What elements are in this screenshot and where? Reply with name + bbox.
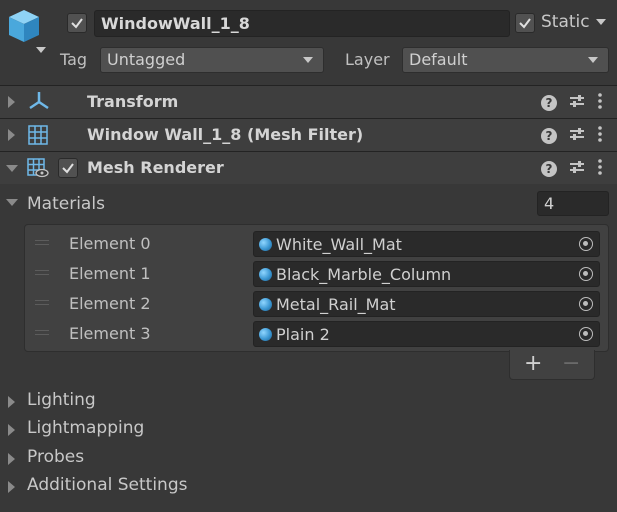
material-object-field[interactable]: Metal_Rail_Mat xyxy=(253,291,600,317)
presets-icon[interactable] xyxy=(569,159,585,179)
materials-label[interactable]: Materials xyxy=(27,194,105,214)
component-header-transform[interactable]: Transform ? xyxy=(0,85,617,118)
gameobject-icon[interactable] xyxy=(6,8,50,54)
component-title: Window Wall_1_8 (Mesh Filter) xyxy=(87,125,364,144)
help-icon[interactable]: ? xyxy=(541,128,557,144)
section-probes[interactable]: Probes xyxy=(0,444,617,472)
object-picker-icon[interactable] xyxy=(579,237,593,251)
section-lightmapping[interactable]: Lightmapping xyxy=(0,415,617,443)
add-element-button[interactable]: + xyxy=(524,351,542,376)
layer-dropdown[interactable]: Default xyxy=(402,47,609,73)
section-lighting[interactable]: Lighting xyxy=(0,387,617,415)
more-options-icon[interactable] xyxy=(597,126,603,146)
transform-icon xyxy=(28,91,50,115)
more-options-icon[interactable] xyxy=(597,159,603,179)
mesh-filter-icon xyxy=(28,125,48,149)
material-sphere-icon xyxy=(259,328,272,341)
object-picker-icon[interactable] xyxy=(579,267,593,281)
material-object-field[interactable]: White_Wall_Mat xyxy=(253,231,600,257)
drag-handle-icon[interactable] xyxy=(35,330,49,338)
tag-dropdown[interactable]: Untagged xyxy=(100,47,324,73)
tag-label: Tag xyxy=(60,50,88,69)
active-checkbox[interactable] xyxy=(67,13,87,33)
fold-arrow-icon[interactable] xyxy=(8,396,15,408)
fold-arrow-icon[interactable] xyxy=(8,453,15,465)
static-dropdown-icon[interactable] xyxy=(596,19,606,25)
layer-label: Layer xyxy=(345,50,390,69)
mesh-renderer-icon xyxy=(27,158,49,182)
fold-arrow-icon[interactable] xyxy=(8,96,15,108)
list-item[interactable]: Element 0 White_Wall_Mat xyxy=(25,228,608,258)
presets-icon[interactable] xyxy=(569,93,585,113)
component-title: Mesh Renderer xyxy=(87,158,224,177)
drag-handle-icon[interactable] xyxy=(35,270,49,278)
section-additional-settings[interactable]: Additional Settings xyxy=(0,472,617,500)
fold-arrow-icon[interactable] xyxy=(8,129,15,141)
remove-element-button[interactable]: − xyxy=(562,351,580,376)
drag-handle-icon[interactable] xyxy=(35,300,49,308)
object-picker-icon[interactable] xyxy=(579,327,593,341)
element-label: Element 2 xyxy=(69,294,151,313)
list-item[interactable]: Element 1 Black_Marble_Column xyxy=(25,258,608,288)
static-label[interactable]: Static xyxy=(541,12,590,32)
fold-arrow-icon[interactable] xyxy=(6,165,18,172)
object-picker-icon[interactable] xyxy=(579,297,593,311)
section-label: Probes xyxy=(27,447,85,467)
material-object-field[interactable]: Plain 2 xyxy=(253,321,600,347)
object-name-field[interactable]: WindowWall_1_8 xyxy=(94,10,510,37)
materials-fold-arrow-icon[interactable] xyxy=(6,199,18,206)
fold-arrow-icon[interactable] xyxy=(8,481,15,493)
section-label: Lighting xyxy=(27,390,96,410)
presets-icon[interactable] xyxy=(569,126,585,146)
material-sphere-icon xyxy=(259,238,272,251)
help-icon[interactable]: ? xyxy=(541,95,557,111)
element-label: Element 3 xyxy=(69,324,151,343)
drag-handle-icon[interactable] xyxy=(35,240,49,248)
fold-arrow-icon[interactable] xyxy=(8,424,15,436)
static-checkbox[interactable] xyxy=(515,13,535,33)
enabled-checkbox[interactable] xyxy=(58,158,78,178)
component-header-mesh-renderer[interactable]: Mesh Renderer ? xyxy=(0,151,617,184)
material-sphere-icon xyxy=(259,298,272,311)
material-value: Black_Marble_Column xyxy=(276,265,452,284)
more-options-icon[interactable] xyxy=(597,93,603,113)
layer-value: Default xyxy=(409,50,468,69)
tag-value: Untagged xyxy=(107,50,186,69)
material-object-field[interactable]: Black_Marble_Column xyxy=(253,261,600,287)
material-value: Metal_Rail_Mat xyxy=(276,295,396,314)
chevron-down-icon xyxy=(303,57,313,63)
help-icon[interactable]: ? xyxy=(541,161,557,177)
list-item[interactable]: Element 2 Metal_Rail_Mat xyxy=(25,288,608,318)
material-sphere-icon xyxy=(259,268,272,281)
material-value: White_Wall_Mat xyxy=(276,235,402,254)
section-label: Lightmapping xyxy=(27,418,145,438)
materials-count-field[interactable]: 4 xyxy=(537,191,609,216)
list-add-remove-footer: + − xyxy=(509,350,595,380)
chevron-down-icon xyxy=(588,57,598,63)
list-item[interactable]: Element 3 Plain 2 xyxy=(25,318,608,348)
section-label: Additional Settings xyxy=(27,475,188,495)
material-value: Plain 2 xyxy=(276,325,330,344)
element-label: Element 1 xyxy=(69,264,151,283)
element-label: Element 0 xyxy=(69,234,151,253)
component-header-mesh-filter[interactable]: Window Wall_1_8 (Mesh Filter) ? xyxy=(0,118,617,151)
materials-list: Element 0 White_Wall_Mat Element 1 Black… xyxy=(24,224,609,352)
component-title: Transform xyxy=(87,92,179,111)
